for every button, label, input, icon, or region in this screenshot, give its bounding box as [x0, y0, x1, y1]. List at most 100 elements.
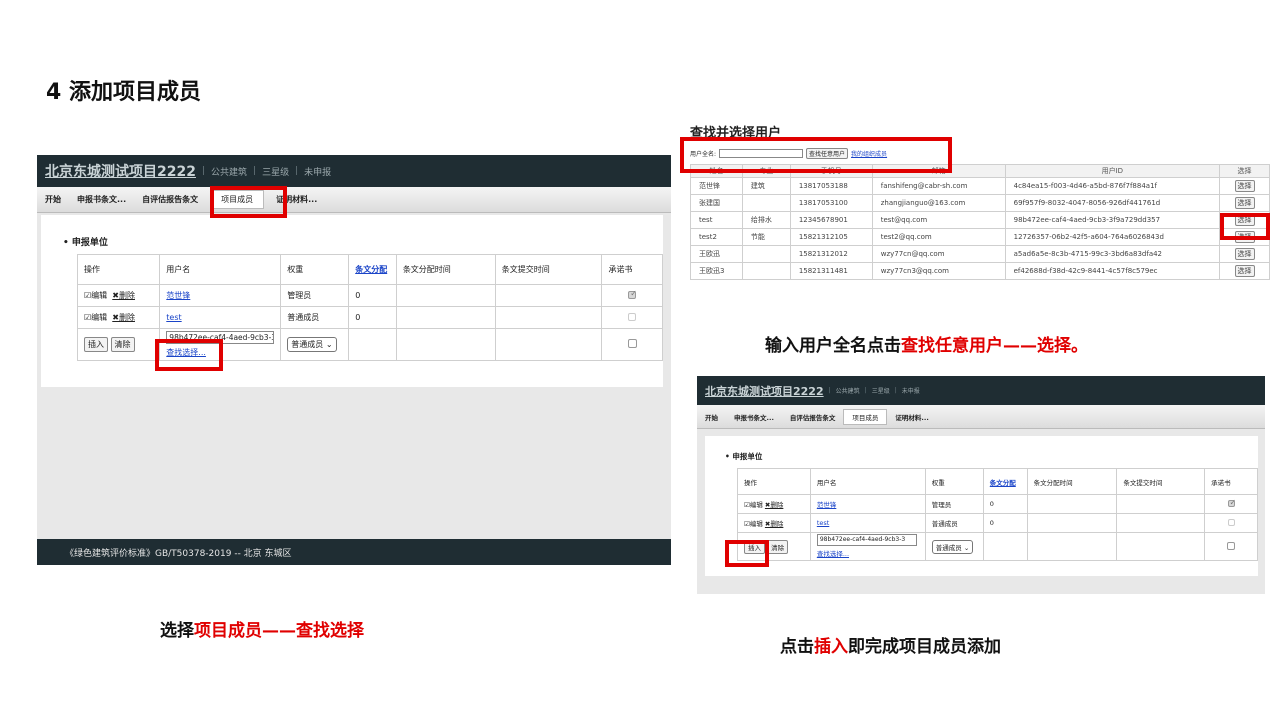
table-row: 张建国 13817053100 zhangjianguo@163.com 69f957…: [690, 194, 1270, 212]
highlight-search-bar: [680, 137, 952, 173]
unit-heading: • 申报单位: [725, 452, 763, 461]
col-header: 操作: [76, 254, 161, 285]
project-status: 未申报: [901, 388, 920, 395]
project-name-link[interactable]: 北京东城测试项目2222: [45, 161, 196, 181]
insert-row: 插入 清除 98b472ee-caf4-4aed-9cb3-3 查找选择... …: [737, 532, 1258, 561]
col-header: 权重: [280, 254, 350, 285]
caption-right-top: 输入用户全名点击查找任意用户——选择。: [765, 336, 1088, 356]
edit-link[interactable]: ☑编辑: [84, 291, 107, 300]
col-header: 选择: [1219, 164, 1270, 178]
project-type: 公共建筑: [211, 167, 248, 178]
col-header: 条文分配时间: [395, 254, 496, 285]
tab-start[interactable]: 开始: [37, 194, 69, 205]
chevron-down-icon: ⌄: [325, 340, 333, 349]
tab-application[interactable]: 申报书条文...: [69, 194, 134, 205]
members-panel: • 申报单位 操作 用户名 权重 条文分配 条文分配时间 条文提交时间 承诺书 …: [41, 215, 663, 387]
role-select[interactable]: 普通成员 ⌄: [931, 539, 974, 554]
highlight-find-link: [155, 339, 223, 371]
select-button[interactable]: 选择: [1234, 248, 1255, 260]
assign-sort-link[interactable]: 条文分配: [355, 265, 387, 274]
project-type: 公共建筑: [835, 388, 860, 395]
table-row: test2 节能 15821312105 test2@qq.com 12726357-0…: [690, 228, 1270, 246]
tab-application[interactable]: 申报书条文...: [726, 412, 782, 422]
col-header: 用户名: [159, 254, 282, 285]
user-id-input[interactable]: 98b472ee-caf4-4aed-9cb3-3: [816, 534, 917, 546]
user-link[interactable]: test: [817, 519, 829, 527]
members-panel: • 申报单位 操作 用户名 权重 条文分配 条文分配时间 条文提交时间 承诺书 …: [705, 436, 1258, 576]
table-row: ☑编辑 ✖删除 test 普通成员 0: [737, 513, 1258, 533]
col-header: 条文分配时间: [1026, 468, 1118, 495]
project-star: 三星级: [871, 388, 890, 395]
edit-link[interactable]: ☑编辑: [744, 501, 763, 509]
tab-self-eval[interactable]: 自评估报告条文: [134, 194, 206, 205]
slide-title: 4 添加项目成员: [46, 80, 201, 105]
table-header-row: 操作 用户名 权重 条文分配 条文分配时间 条文提交时间 承诺书: [76, 254, 663, 285]
role-cell: 管理员: [280, 284, 350, 307]
pledge-checkbox[interactable]: [1227, 498, 1236, 507]
tab-start[interactable]: 开始: [697, 412, 726, 422]
delete-link[interactable]: ✖删除: [765, 520, 783, 528]
role-select[interactable]: 普通成员 ⌄: [287, 337, 337, 352]
insert-button[interactable]: 插入: [84, 337, 108, 352]
count-cell: 0: [982, 494, 1028, 514]
role-cell: 管理员: [924, 494, 984, 514]
tab-members[interactable]: 项目成员: [843, 408, 888, 425]
table-header-row: 操作 用户名 权重 条文分配 条文分配时间 条文提交时间 承诺书: [737, 468, 1258, 495]
edit-link[interactable]: ☑编辑: [84, 313, 107, 322]
project-star: 三星级: [262, 167, 290, 178]
table-row: test 给排水 12345678901 test@qq.com 98b472ee-ca…: [690, 211, 1270, 229]
pledge-checkbox[interactable]: [1227, 518, 1235, 526]
count-cell: 0: [982, 513, 1028, 533]
delete-link[interactable]: ✖删除: [112, 313, 135, 322]
right-screenshot: 北京东城测试项目2222 | 公共建筑 | 三星级 | 未申报 开始 申报书条文…: [697, 376, 1265, 594]
pledge-checkbox[interactable]: [628, 312, 637, 321]
tab-self-eval[interactable]: 自评估报告条文: [782, 412, 844, 422]
tab-bar: 开始 申报书条文... 自评估报告条文 项目成员 证明材料...: [697, 405, 1265, 429]
app-header: 北京东城测试项目2222 | 公共建筑 | 三星级 | 未申报: [37, 155, 671, 187]
highlight-insert-button: [725, 540, 769, 567]
clear-button[interactable]: 清除: [767, 539, 789, 554]
app-footer: 《绿色建筑评价标准》GB/T50378-2019 -- 北京 东城区: [37, 539, 671, 565]
tab-evidence[interactable]: 证明材料...: [887, 412, 936, 422]
role-cell: 普通成员: [280, 306, 350, 329]
count-cell: 0: [348, 306, 397, 329]
col-header: 承诺书: [1204, 468, 1258, 495]
find-select-link[interactable]: 查找选择...: [817, 550, 849, 558]
tab-bar: 开始 申报书条文... 自评估报告条文 项目成员 证明材料...: [37, 187, 671, 213]
user-link[interactable]: 范世锋: [817, 501, 837, 509]
caption-right-bottom: 点击插入即完成项目成员添加: [780, 637, 1001, 657]
col-header: 条文分配: [348, 254, 397, 285]
select-button[interactable]: 选择: [1234, 180, 1255, 192]
pledge-checkbox[interactable]: [628, 289, 637, 299]
project-name-link[interactable]: 北京东城测试项目2222: [705, 383, 824, 399]
pledge-checkbox[interactable]: [1227, 541, 1236, 550]
project-status: 未申报: [304, 167, 332, 178]
table-row: 王欧迅 15821312012 wzy77cn@qq.com a5ad6a5e-8c3…: [690, 245, 1270, 263]
col-header: 用户名: [809, 468, 926, 495]
user-link[interactable]: 范世锋: [166, 291, 190, 300]
table-row: 范世锋 建筑 13817053188 fanshifeng@cabr-sh.com 4c…: [690, 177, 1270, 195]
count-cell: 0: [348, 284, 397, 307]
left-screenshot: 北京东城测试项目2222 | 公共建筑 | 三星级 | 未申报 开始 申报书条文…: [37, 155, 671, 565]
table-row: ☑编辑 ✖删除 test 普通成员 0: [76, 306, 663, 329]
delete-link[interactable]: ✖删除: [112, 291, 135, 300]
table-row: ☑编辑 ✖删除 范世锋 管理员 0: [737, 494, 1258, 514]
pledge-checkbox[interactable]: [627, 339, 637, 348]
edit-link[interactable]: ☑编辑: [744, 520, 763, 528]
caption-left: 选择项目成员——查找选择: [160, 621, 364, 641]
members-table: 操作 用户名 权重 条文分配 条文分配时间 条文提交时间 承诺书 ☑编辑 ✖删除…: [737, 468, 1258, 561]
chevron-down-icon: ⌄: [963, 543, 970, 552]
user-link[interactable]: test: [166, 313, 181, 322]
highlight-select-button: [1220, 213, 1270, 240]
col-header: 条文提交时间: [1116, 468, 1206, 495]
select-button[interactable]: 选择: [1234, 197, 1255, 209]
assign-sort-link[interactable]: 条文分配: [990, 479, 1016, 487]
table-row: 王欧迅3 15821311481 wzy77cn3@qq.com ef42688d-f…: [690, 262, 1270, 280]
table-row: ☑编辑 ✖删除 范世锋 管理员 0: [76, 284, 663, 307]
clear-button[interactable]: 清除: [110, 337, 135, 352]
select-button[interactable]: 选择: [1234, 265, 1255, 277]
col-header: 承诺书: [601, 254, 663, 285]
highlight-members-tab: [210, 186, 287, 218]
col-header: 条文提交时间: [494, 254, 603, 285]
delete-link[interactable]: ✖删除: [765, 501, 783, 509]
